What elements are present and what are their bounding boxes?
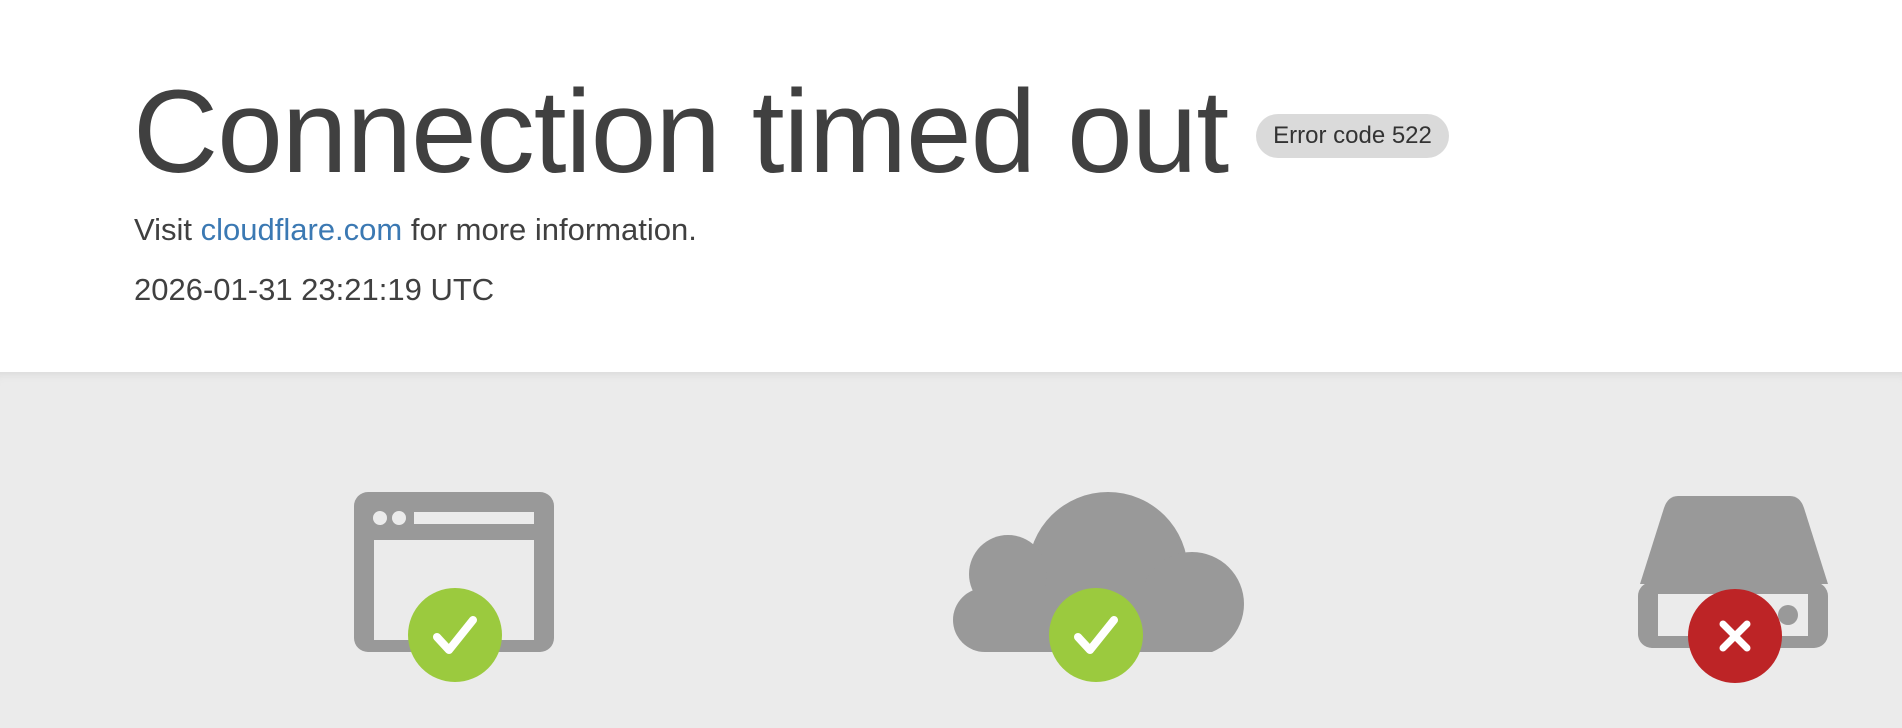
server-node: [1638, 496, 1830, 683]
page-title: Connection timed out: [133, 66, 1229, 198]
cloud-node: [942, 492, 1246, 682]
title-row: Connection timed out Error code 522: [133, 62, 1449, 202]
info-text: Visit cloudflare.com for more informatio…: [134, 212, 697, 248]
error-header: Connection timed out Error code 522 Visi…: [0, 0, 1902, 372]
check-icon: [408, 588, 502, 682]
timestamp: 2026-01-31 23:21:19 UTC: [134, 272, 495, 307]
browser-node: [354, 492, 556, 692]
x-icon: [1688, 589, 1782, 683]
info-prefix: Visit: [134, 212, 193, 247]
check-icon: [1049, 588, 1143, 682]
error-code-badge: Error code 522: [1256, 114, 1449, 158]
status-diagram: [0, 372, 1902, 728]
cloudflare-link[interactable]: cloudflare.com: [201, 212, 403, 247]
info-suffix: for more information.: [410, 212, 697, 247]
